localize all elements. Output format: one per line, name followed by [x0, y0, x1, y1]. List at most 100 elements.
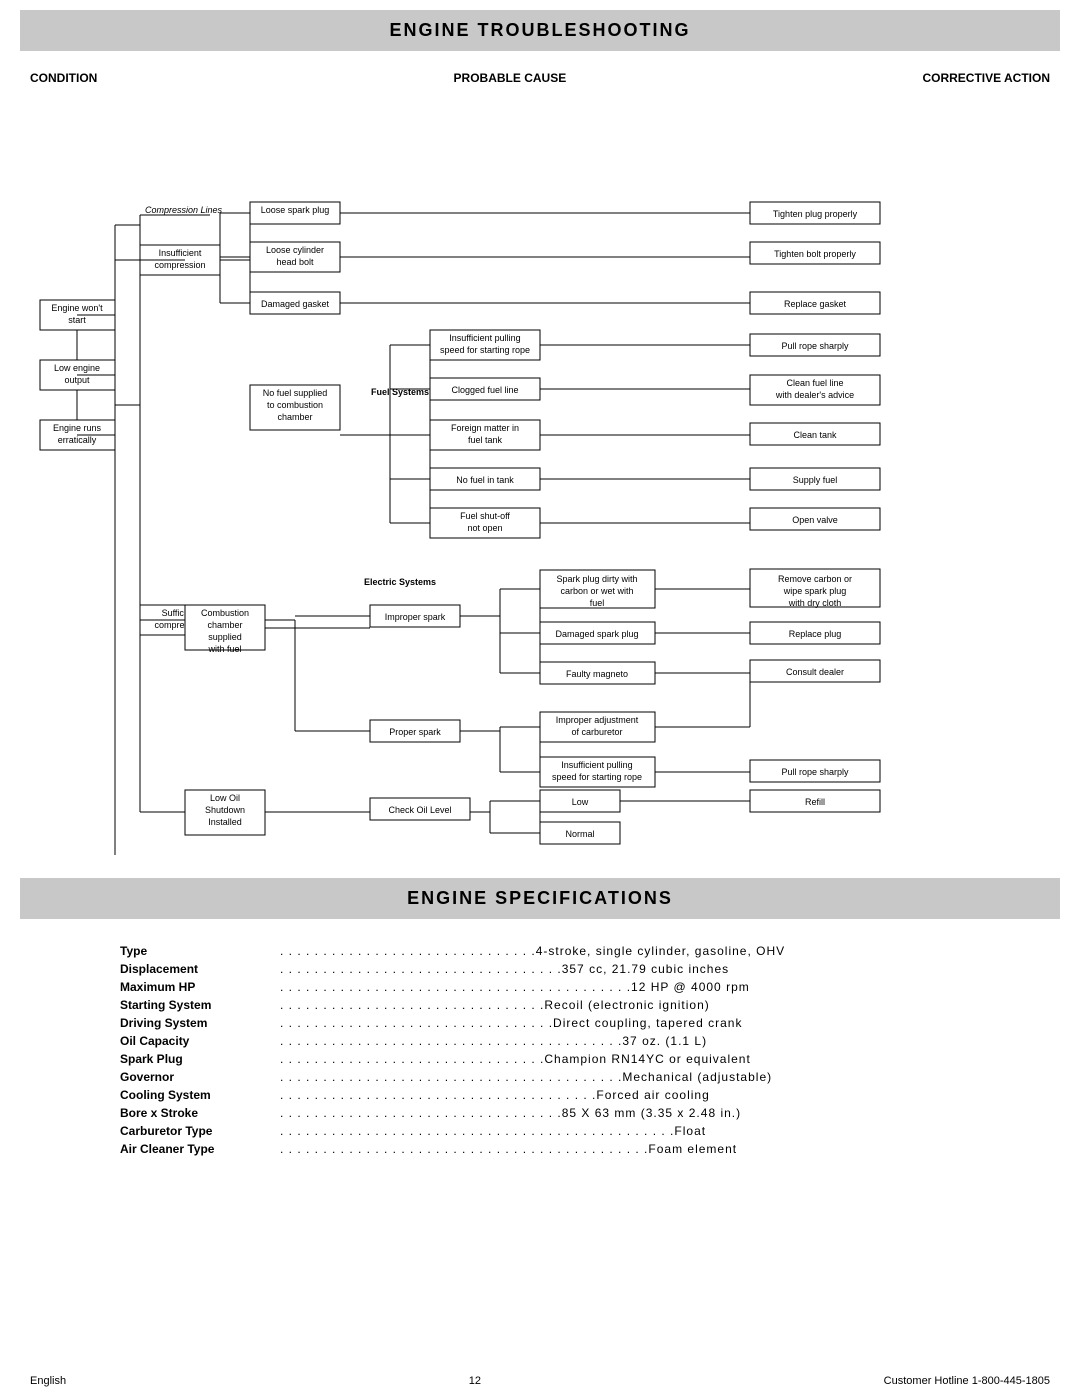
- svg-text:No fuel in tank: No fuel in tank: [456, 475, 514, 485]
- spec-label: Cooling System: [120, 1088, 280, 1102]
- footer-language: English: [30, 1375, 66, 1387]
- spec-dots: . . . . . . . . . . . . . . . . . . . . …: [280, 962, 960, 976]
- spec-dots: . . . . . . . . . . . . . . . . . . . . …: [280, 1106, 960, 1120]
- svg-text:with dry cloth: with dry cloth: [788, 598, 842, 608]
- spec-dots: . . . . . . . . . . . . . . . . . . . . …: [280, 1016, 960, 1030]
- svg-text:Refill: Refill: [805, 797, 825, 807]
- spec-row: Oil Capacity . . . . . . . . . . . . . .…: [120, 1034, 960, 1048]
- svg-text:Remove carbon or: Remove carbon or: [778, 574, 852, 584]
- svg-text:Open valve: Open valve: [792, 515, 838, 525]
- col-condition: CONDITION: [30, 71, 97, 85]
- svg-text:head bolt: head bolt: [276, 257, 314, 267]
- spec-label: Maximum HP: [120, 980, 280, 994]
- col-action: CORRECTIVE ACTION: [922, 71, 1050, 85]
- svg-text:Faulty magneto: Faulty magneto: [566, 669, 628, 679]
- svg-text:fuel: fuel: [590, 598, 605, 608]
- spec-row: Displacement . . . . . . . . . . . . . .…: [120, 962, 960, 976]
- spec-row: Bore x Stroke . . . . . . . . . . . . . …: [120, 1106, 960, 1120]
- spec-dots: . . . . . . . . . . . . . . . . . . . . …: [280, 1088, 960, 1102]
- spec-row: Starting System . . . . . . . . . . . . …: [120, 998, 960, 1012]
- flowchart: text { font-family: Arial, Helvetica, sa…: [30, 95, 1050, 855]
- specs-section: Type . . . . . . . . . . . . . . . . . .…: [0, 929, 1080, 1365]
- svg-text:No fuel supplied: No fuel supplied: [263, 388, 328, 398]
- spec-dots: . . . . . . . . . . . . . . . . . . . . …: [280, 980, 960, 994]
- spec-label: Spark Plug: [120, 1052, 280, 1066]
- page: ENGINE TROUBLESHOOTING CONDITION PROBABL…: [0, 0, 1080, 1397]
- spec-dots: . . . . . . . . . . . . . . . . . . . . …: [280, 1052, 960, 1066]
- svg-text:with dealer's advice: with dealer's advice: [775, 390, 854, 400]
- column-headers: CONDITION PROBABLE CAUSE CORRECTIVE ACTI…: [30, 71, 1050, 95]
- col-cause: PROBABLE CAUSE: [454, 71, 567, 85]
- svg-text:supplied: supplied: [208, 632, 242, 642]
- spec-dots: . . . . . . . . . . . . . . . . . . . . …: [280, 944, 960, 958]
- spec-label: Displacement: [120, 962, 280, 976]
- svg-text:carbon or wet with: carbon or wet with: [560, 586, 633, 596]
- svg-text:Replace plug: Replace plug: [789, 629, 842, 639]
- footer: English 12 Customer Hotline 1-800-445-18…: [0, 1365, 1080, 1397]
- svg-text:speed for starting rope: speed for starting rope: [552, 772, 642, 782]
- svg-text:Insufficient pulling: Insufficient pulling: [449, 333, 520, 343]
- svg-text:Improper adjustment: Improper adjustment: [556, 715, 639, 725]
- svg-text:compression: compression: [154, 260, 205, 270]
- page-number: 12: [66, 1375, 884, 1387]
- spec-label: Governor: [120, 1070, 280, 1084]
- svg-text:chamber: chamber: [207, 620, 242, 630]
- svg-text:Insufficient: Insufficient: [159, 248, 202, 258]
- spec-dots: . . . . . . . . . . . . . . . . . . . . …: [280, 1070, 960, 1084]
- specs-header: ENGINE SPECIFICATIONS: [20, 878, 1060, 919]
- svg-text:fuel tank: fuel tank: [468, 435, 503, 445]
- spec-label: Air Cleaner Type: [120, 1142, 280, 1156]
- svg-text:start: start: [68, 315, 86, 325]
- spec-label: Bore x Stroke: [120, 1106, 280, 1120]
- specs-table: Type . . . . . . . . . . . . . . . . . .…: [120, 944, 960, 1156]
- svg-text:Engine runs: Engine runs: [53, 423, 102, 433]
- spec-label: Oil Capacity: [120, 1034, 280, 1048]
- spec-label: Carburetor Type: [120, 1124, 280, 1138]
- diagram-area: CONDITION PROBABLE CAUSE CORRECTIVE ACTI…: [0, 61, 1080, 868]
- footer-hotline: Customer Hotline 1-800-445-1805: [884, 1375, 1050, 1387]
- spec-row: Driving System . . . . . . . . . . . . .…: [120, 1016, 960, 1030]
- svg-text:speed for starting rope: speed for starting rope: [440, 345, 530, 355]
- svg-text:Damaged spark plug: Damaged spark plug: [555, 629, 638, 639]
- troubleshooting-header: ENGINE TROUBLESHOOTING: [20, 10, 1060, 51]
- svg-text:Tighten bolt properly: Tighten bolt properly: [774, 249, 856, 259]
- svg-text:Insufficient pulling: Insufficient pulling: [561, 760, 632, 770]
- svg-text:Clogged fuel line: Clogged fuel line: [451, 385, 518, 395]
- svg-text:Damaged gasket: Damaged gasket: [261, 299, 330, 309]
- spec-row: Type . . . . . . . . . . . . . . . . . .…: [120, 944, 960, 958]
- svg-text:Low: Low: [572, 797, 589, 807]
- svg-text:Compression Lines: Compression Lines: [145, 205, 223, 215]
- svg-text:Electric Systems: Electric Systems: [364, 577, 436, 587]
- svg-text:chamber: chamber: [277, 412, 312, 422]
- svg-text:Spark plug dirty with: Spark plug dirty with: [556, 574, 637, 584]
- spec-dots: . . . . . . . . . . . . . . . . . . . . …: [280, 998, 960, 1012]
- spec-label: Type: [120, 944, 280, 958]
- svg-text:Combustion: Combustion: [201, 608, 249, 618]
- svg-text:Foreign matter in: Foreign matter in: [451, 423, 519, 433]
- spec-label: Starting System: [120, 998, 280, 1012]
- svg-text:Tighten plug properly: Tighten plug properly: [773, 209, 858, 219]
- svg-text:Fuel shut-off: Fuel shut-off: [460, 511, 510, 521]
- svg-text:erratically: erratically: [58, 435, 97, 445]
- svg-text:Clean tank: Clean tank: [793, 430, 837, 440]
- svg-text:Improper spark: Improper spark: [385, 612, 446, 622]
- spec-dots: . . . . . . . . . . . . . . . . . . . . …: [280, 1142, 960, 1156]
- svg-text:of carburetor: of carburetor: [571, 727, 622, 737]
- svg-text:wipe spark plug: wipe spark plug: [783, 586, 847, 596]
- svg-text:Consult dealer: Consult dealer: [786, 667, 844, 677]
- svg-text:Low engine: Low engine: [54, 363, 100, 373]
- spec-label: Driving System: [120, 1016, 280, 1030]
- svg-text:Supply fuel: Supply fuel: [793, 475, 838, 485]
- svg-text:Normal: Normal: [565, 829, 594, 839]
- svg-text:output: output: [64, 375, 90, 385]
- svg-text:Shutdown: Shutdown: [205, 805, 245, 815]
- svg-text:Proper spark: Proper spark: [389, 727, 441, 737]
- spec-dots: . . . . . . . . . . . . . . . . . . . . …: [280, 1034, 960, 1048]
- svg-text:Engine won't: Engine won't: [51, 303, 103, 313]
- svg-text:with fuel: with fuel: [207, 644, 241, 654]
- svg-text:Replace gasket: Replace gasket: [784, 299, 847, 309]
- svg-text:Clean fuel line: Clean fuel line: [786, 378, 843, 388]
- svg-text:Loose spark plug: Loose spark plug: [261, 205, 330, 215]
- svg-text:Loose cylinder: Loose cylinder: [266, 245, 324, 255]
- spec-row: Governor . . . . . . . . . . . . . . . .…: [120, 1070, 960, 1084]
